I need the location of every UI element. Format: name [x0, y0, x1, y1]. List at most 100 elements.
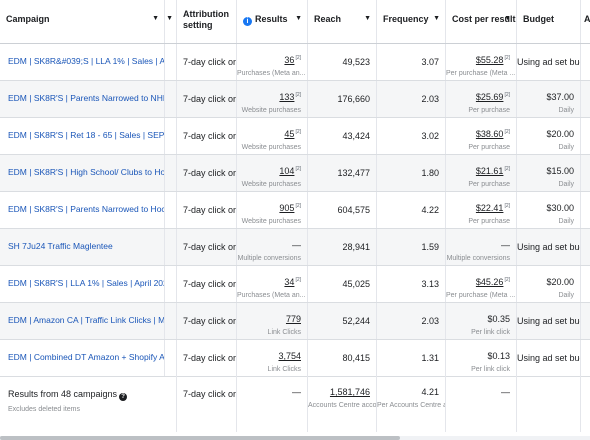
campaign-name-link[interactable]: SH 7Ju24 Traffic Maglentee: [0, 229, 165, 265]
cpr-cell: $55.28[2] Per purchase (Meta ...: [446, 44, 517, 80]
row-spacer: [165, 340, 177, 376]
results-value[interactable]: 45: [284, 129, 294, 139]
campaign-name-link[interactable]: EDM | Amazon CA | Traffic Link Clicks | …: [0, 303, 165, 339]
budget-sub: Daily: [558, 292, 574, 300]
table-row[interactable]: EDM | SK8R'S | Ret 18 - 65 | Sales | SEP…: [0, 118, 590, 155]
table-row[interactable]: EDM | SK8R'S | High School/ Clubs to Hoc…: [0, 155, 590, 192]
results-cell: 3,754 Link Clicks: [237, 340, 308, 376]
col-results[interactable]: i Results ▼: [237, 0, 308, 43]
attribution-cell: 7-day click or ...: [177, 266, 237, 302]
footer-cpr-value: —: [501, 387, 510, 397]
scrollbar-thumb[interactable]: [0, 436, 400, 440]
sort-down-icon[interactable]: ▼: [504, 15, 511, 23]
cpr-value[interactable]: $22.41: [476, 203, 504, 213]
footer-reach-sub: Accounts Centre acco...: [308, 402, 377, 410]
attribution-cell: 7-day click or ...: [177, 192, 237, 228]
col-reach[interactable]: Reach ▼: [308, 0, 377, 43]
col-frequency[interactable]: Frequency ▼: [377, 0, 446, 43]
frequency-cell: 4.22: [377, 192, 446, 228]
reach-cell: 45,025: [308, 266, 377, 302]
table-row[interactable]: EDM | SK8R&#039;S | LLA 1% | Sales | Apr…: [0, 44, 590, 81]
results-value[interactable]: 779: [286, 314, 301, 324]
cpr-sub: Per link click: [471, 329, 510, 337]
budget-value: $37.00: [546, 92, 574, 102]
col-campaign[interactable]: Campaign ▼: [0, 0, 165, 43]
table-footer: Results from 48 campaigns? Excludes dele…: [0, 376, 590, 432]
campaign-name-link[interactable]: EDM | SK8R&#039;S | LLA 1% | Sales | Apr…: [0, 44, 165, 80]
footer-summary: Results from 48 campaigns? Excludes dele…: [0, 376, 177, 432]
results-value[interactable]: 133: [279, 92, 294, 102]
attribution-cell: 7-day click or ...: [177, 340, 237, 376]
frequency-cell: 3.07: [377, 44, 446, 80]
results-sub: Website purchases: [241, 218, 301, 226]
cpr-cell: $45.26[2] Per purchase (Meta ...: [446, 266, 517, 302]
campaign-name-link[interactable]: EDM | SK8R'S | High School/ Clubs to Hoc…: [0, 155, 165, 191]
sort-down-icon[interactable]: ▼: [364, 15, 371, 23]
col-campaign-label: Campaign: [6, 14, 50, 24]
footer-frequency-sub: Per Accounts Centre a...: [377, 402, 446, 410]
results-value[interactable]: 905: [279, 203, 294, 213]
footer-results-value: —: [292, 387, 301, 397]
footer-frequency: 4.21 Per Accounts Centre a...: [377, 376, 446, 432]
row-spacer: [165, 81, 177, 117]
cpr-value[interactable]: $55.28: [476, 55, 504, 65]
table-row[interactable]: EDM | Combined DT Amazon + Shopify ABO U…: [0, 340, 590, 377]
budget-sub: Daily: [558, 181, 574, 189]
table-row[interactable]: SH 7Ju24 Traffic Maglentee 7-day click or…: [0, 229, 590, 266]
cpr-sub: Multiple conversions: [446, 255, 510, 263]
budget-cell: $20.00 Daily: [517, 266, 581, 302]
results-value[interactable]: 36: [284, 55, 294, 65]
help-icon[interactable]: ?: [119, 393, 128, 401]
results-value[interactable]: 34: [284, 277, 294, 287]
budget-sub: Daily: [558, 107, 574, 115]
budget-cell: Using ad set bud...: [517, 303, 581, 339]
cpr-cell: $21.61[2] Per purchase: [446, 155, 517, 191]
superscript-marker: [2]: [295, 166, 301, 172]
table-row[interactable]: EDM | SK8R'S | Parents Narrowed to Hocke…: [0, 192, 590, 229]
superscript-marker: [2]: [504, 166, 510, 172]
campaign-name-link[interactable]: EDM | SK8R'S | Ret 18 - 65 | Sales | SEP: [0, 118, 165, 154]
results-value[interactable]: 104: [279, 166, 294, 176]
table-row[interactable]: EDM | SK8R'S | Parents Narrowed to NHL H…: [0, 81, 590, 118]
budget-cell: $20.00 Daily: [517, 118, 581, 154]
table-row[interactable]: EDM | SK8R'S | LLA 1% | Sales | April 20…: [0, 266, 590, 303]
amount-cell: [581, 340, 590, 376]
results-value[interactable]: 3,754: [278, 351, 301, 361]
reach-cell: 132,477: [308, 155, 377, 191]
frequency-cell: 1.31: [377, 340, 446, 376]
sort-down-icon[interactable]: ▼: [166, 15, 173, 23]
campaign-name-link[interactable]: EDM | SK8R'S | Parents Narrowed to Hocke…: [0, 192, 165, 228]
sort-down-icon[interactable]: ▼: [433, 15, 440, 23]
campaign-name-link[interactable]: EDM | SK8R'S | Parents Narrowed to NHL H…: [0, 81, 165, 117]
attribution-cell: 7-day click or ...: [177, 303, 237, 339]
amount-cell: [581, 303, 590, 339]
col-attribution[interactable]: Attribution setting: [177, 0, 237, 43]
attribution-cell: 7-day click or ...: [177, 81, 237, 117]
attribution-cell: 7-day click or ...: [177, 44, 237, 80]
footer-results: —: [237, 376, 308, 432]
footer-reach-value[interactable]: 1,581,746: [330, 387, 370, 397]
table-row[interactable]: EDM | Amazon CA | Traffic Link Clicks | …: [0, 303, 590, 340]
cpr-value[interactable]: $21.61: [476, 166, 504, 176]
cpr-value[interactable]: $38.60: [476, 129, 504, 139]
campaign-name-link[interactable]: EDM | SK8R'S | LLA 1% | Sales | April 20…: [0, 266, 165, 302]
col-budget[interactable]: Budget: [517, 0, 581, 43]
horizontal-scrollbar[interactable]: [0, 436, 590, 440]
col-cost-per-result[interactable]: Cost per result ▼: [446, 0, 517, 43]
amount-cell: [581, 118, 590, 154]
sort-down-icon[interactable]: ▼: [152, 15, 159, 23]
reach-cell: 80,415: [308, 340, 377, 376]
campaign-name-link[interactable]: EDM | Combined DT Amazon + Shopify ABO U…: [0, 340, 165, 376]
reach-cell: 28,941: [308, 229, 377, 265]
footer-reach: 1,581,746 Accounts Centre acco...: [308, 376, 377, 432]
col-sort-toggle[interactable]: ▼: [165, 0, 177, 43]
cpr-value[interactable]: $25.69: [476, 92, 504, 102]
results-sub: Purchases (Meta an...: [237, 70, 306, 78]
amount-cell: [581, 192, 590, 228]
amount-cell: [581, 266, 590, 302]
cpr-value[interactable]: $45.26: [476, 277, 504, 287]
cpr-sub: Per purchase: [468, 144, 510, 152]
info-icon[interactable]: i: [243, 17, 252, 26]
sort-down-icon[interactable]: ▼: [295, 15, 302, 23]
col-amount-spent[interactable]: A: [581, 0, 590, 43]
